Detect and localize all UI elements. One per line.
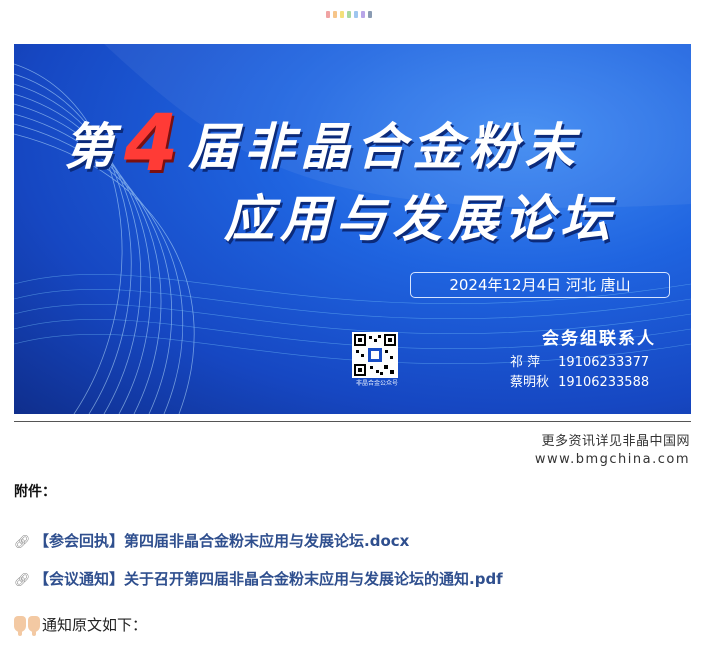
link-icon: 🔗︎ — [14, 573, 31, 588]
notice-text: 通知原文如下： — [42, 616, 148, 634]
qr-code-icon — [352, 332, 398, 378]
contact-phone: 19106233588 — [558, 375, 650, 390]
banner-title-line1: 第4届非晶合金粉末 — [64, 99, 580, 189]
contact-row: 祁 萍 19106233377 — [510, 351, 649, 370]
decor-dot — [326, 11, 330, 18]
contact-title: 会务组联系人 — [542, 329, 656, 349]
title-line1-rest: 届非晶合金粉末 — [188, 118, 581, 176]
attachment-link-docx[interactable]: 🔗︎ 【参会回执】第四届非晶合金粉末应用与发展论坛.docx — [14, 530, 409, 551]
title-prefix: 第 — [64, 118, 120, 176]
pointing-down-icon — [28, 616, 40, 636]
decor-dot — [368, 11, 372, 18]
decor-dot — [354, 11, 358, 18]
decor-dot — [333, 11, 337, 18]
attachment-link-pdf[interactable]: 🔗︎ 【会议通知】关于召开第四届非晶合金粉末应用与发展论坛的通知.pdf — [14, 568, 503, 589]
qr-caption: 非晶合金公众号 — [355, 380, 398, 387]
more-info-text: 更多资讯详见非晶中国网 — [541, 434, 690, 449]
contact-name: 蔡明秋 — [510, 375, 550, 390]
contact-row: 蔡明秋 19106233588 — [510, 371, 649, 390]
pointing-down-icon — [14, 616, 26, 636]
link-icon: 🔗︎ — [14, 535, 31, 550]
decor-dot — [361, 11, 365, 18]
attachment-title: 【参会回执】第四届非晶合金粉末应用与发展论坛.docx — [34, 532, 410, 550]
contact-phone: 19106233377 — [558, 355, 650, 370]
banner-title-line2: 应用与发展论坛 — [224, 190, 616, 248]
title-number: 4 — [124, 99, 185, 189]
attachment-title: 【会议通知】关于召开第四届非晶合金粉末应用与发展论坛的通知.pdf — [34, 570, 503, 588]
attachments-label: 附件： — [14, 484, 56, 500]
date-location-box: 2024年12月4日 河北 唐山 — [410, 272, 670, 298]
contact-name: 祁 萍 — [510, 355, 541, 370]
decor-dot — [347, 11, 351, 18]
decor-dot — [340, 11, 344, 18]
decorative-dots — [326, 11, 372, 18]
website-url[interactable]: www.bmgchina.com — [535, 452, 690, 467]
divider — [14, 421, 691, 422]
forum-banner-image: 第4届非晶合金粉末 应用与发展论坛 2024年12月4日 河北 唐山 非晶合金公… — [14, 44, 691, 414]
notice-intro: 通知原文如下： — [14, 614, 148, 636]
